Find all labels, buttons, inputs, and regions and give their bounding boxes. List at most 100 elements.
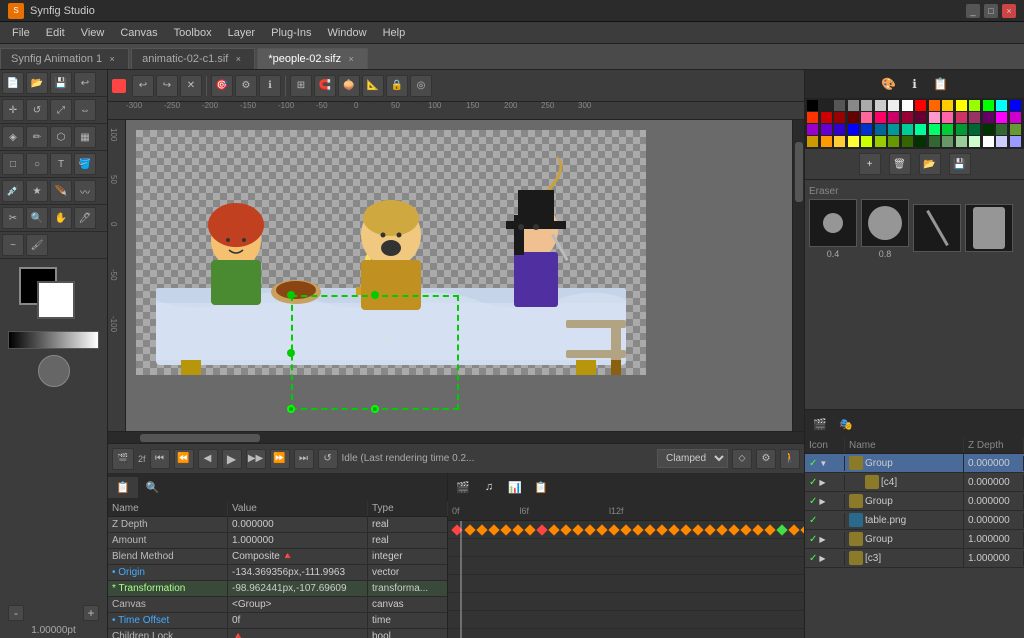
layer-name-1[interactable]: [c4] [845, 473, 964, 491]
brush-preset-thumb-4[interactable] [965, 204, 1013, 252]
timeline-tab-2[interactable]: ♫ [478, 476, 500, 498]
timeline-tab-3[interactable]: 📊 [504, 476, 526, 498]
playback-play[interactable]: ▶ [222, 449, 242, 469]
palette-color-3[interactable] [848, 100, 859, 111]
palette-color-15[interactable] [1010, 100, 1021, 111]
keyframe-4[interactable] [500, 524, 511, 535]
playback-setting3[interactable]: 🚶 [780, 449, 800, 469]
keyframe-9[interactable] [560, 524, 571, 535]
layer-name-3[interactable]: table.png [845, 511, 964, 529]
keyframe-5[interactable] [512, 524, 523, 535]
keyframe-6[interactable] [524, 524, 535, 535]
tool-circle[interactable]: ○ [26, 153, 48, 175]
palette-load-btn[interactable]: 📂 [919, 153, 941, 175]
keyframe-10[interactable] [572, 524, 583, 535]
menu-file[interactable]: File [4, 25, 38, 41]
palette-color-63[interactable] [1010, 136, 1021, 147]
layer-expand-icon-0[interactable]: ▼ [819, 459, 827, 468]
tool-node[interactable]: ◈ [2, 126, 24, 148]
palette-color-39[interactable] [902, 124, 913, 135]
tool-minus[interactable]: - [8, 605, 24, 621]
keyframe-20[interactable] [692, 524, 703, 535]
properties-tab-params[interactable]: 📋 [108, 477, 138, 498]
maximize-button[interactable]: □ [984, 4, 998, 18]
palette-color-37[interactable] [875, 124, 886, 135]
prop-value-blend[interactable]: Composite 🔺 [228, 549, 368, 564]
prop-value-transformation[interactable]: -98.962441px,-107.69609 [228, 581, 368, 596]
layer-name-5[interactable]: [c3] [845, 549, 964, 567]
keyframe-26[interactable] [764, 524, 775, 535]
palette-color-21[interactable] [875, 112, 886, 123]
keyframe-28[interactable] [788, 524, 799, 535]
scrollbar-horizontal[interactable] [108, 431, 804, 443]
palette-color-12[interactable] [969, 100, 980, 111]
palette-color-46[interactable] [996, 124, 1007, 135]
palette-save-btn[interactable]: 💾 [949, 153, 971, 175]
tool-gradient[interactable]: ▦ [74, 126, 96, 148]
keyframe-8[interactable] [548, 524, 559, 535]
handle-bl[interactable] [287, 405, 295, 413]
menu-view[interactable]: View [73, 25, 113, 41]
palette-color-19[interactable] [848, 112, 859, 123]
palette-color-7[interactable] [902, 100, 913, 111]
playback-prev[interactable]: ◀ [198, 449, 218, 469]
palette-color-13[interactable] [983, 100, 994, 111]
canvas-settings[interactable]: ⚙ [235, 75, 257, 97]
tool-fill[interactable]: 🪣 [74, 153, 96, 175]
tool-warp[interactable]: 〰 [74, 180, 96, 202]
palette-color-8[interactable] [915, 100, 926, 111]
keyframe-16[interactable] [644, 524, 655, 535]
tool-feather[interactable]: 🪶 [50, 180, 72, 202]
tool-rectangle[interactable]: □ [2, 153, 24, 175]
tab-animatic[interactable]: animatic-02-c1.sif × [131, 48, 255, 69]
layer-name-0[interactable]: Group [845, 454, 964, 472]
palette-tab-info[interactable]: ℹ [904, 73, 926, 95]
tool-smooth[interactable]: ~ [2, 234, 24, 256]
keyframe-25[interactable] [752, 524, 763, 535]
layer-row-5[interactable]: ✓ ▶ [c3] 1.000000 [805, 549, 1024, 568]
clamp-select[interactable]: Clamped [657, 449, 728, 468]
layer-expand-icon-5[interactable]: ▶ [819, 554, 825, 563]
layer-name-4[interactable]: Group [845, 530, 964, 548]
layer-row-0[interactable]: ✓ ▼ Group 0.000000 [805, 454, 1024, 473]
palette-color-22[interactable] [888, 112, 899, 123]
keyframe-2[interactable] [476, 524, 487, 535]
handle-ml[interactable] [287, 349, 295, 357]
tool-draw[interactable]: 🖊 [74, 207, 96, 229]
prop-value-origin[interactable]: -134.369356px,-111.9963 [228, 565, 368, 580]
palette-color-56[interactable] [915, 136, 926, 147]
brush-preset-thumb-3[interactable] [913, 204, 961, 252]
prop-value-childlock[interactable]: 🔺 [228, 629, 368, 638]
tool-rotate[interactable]: ↺ [26, 99, 48, 121]
tool-cut[interactable]: ✂ [2, 207, 24, 229]
playback-prev-key[interactable]: ⏪ [174, 449, 194, 469]
palette-color-25[interactable] [929, 112, 940, 123]
canvas-grid[interactable]: ⊞ [290, 75, 312, 97]
canvas-quality[interactable]: ◎ [410, 75, 432, 97]
palette-color-62[interactable] [996, 136, 1007, 147]
palette-del-btn[interactable]: 🗑 [889, 153, 911, 175]
layer-row-3[interactable]: ✓ table.png 0.000000 [805, 511, 1024, 530]
tab-close-animation1[interactable]: × [106, 53, 118, 65]
tool-zoom[interactable]: 🔍 [26, 207, 48, 229]
keyframe-14[interactable] [620, 524, 631, 535]
playback-setting1[interactable]: ⬦ [732, 449, 752, 469]
palette-color-26[interactable] [942, 112, 953, 123]
layer-check-4[interactable]: ✓ ▶ [805, 532, 845, 547]
layer-check-1[interactable]: ✓ ▶ [805, 475, 845, 490]
menu-help[interactable]: Help [375, 25, 414, 41]
canvas-snap[interactable]: 🧲 [314, 75, 336, 97]
keyframe-18[interactable] [668, 524, 679, 535]
layer-check-0[interactable]: ✓ ▼ [805, 456, 845, 471]
palette-color-48[interactable] [807, 136, 818, 147]
handle-tl[interactable] [287, 291, 295, 299]
keyframe-11[interactable] [584, 524, 595, 535]
palette-color-52[interactable] [861, 136, 872, 147]
canvas-guides[interactable]: 📐 [362, 75, 384, 97]
prop-value-canvas[interactable]: <Group> [228, 597, 368, 612]
layer-expand-icon-1[interactable]: ▶ [819, 478, 825, 487]
menu-canvas[interactable]: Canvas [112, 25, 165, 41]
layer-expand-icon-2[interactable]: ▶ [819, 497, 825, 506]
tool-save[interactable]: 💾 [50, 72, 72, 94]
brush-preset-thumb-1[interactable] [809, 199, 857, 247]
